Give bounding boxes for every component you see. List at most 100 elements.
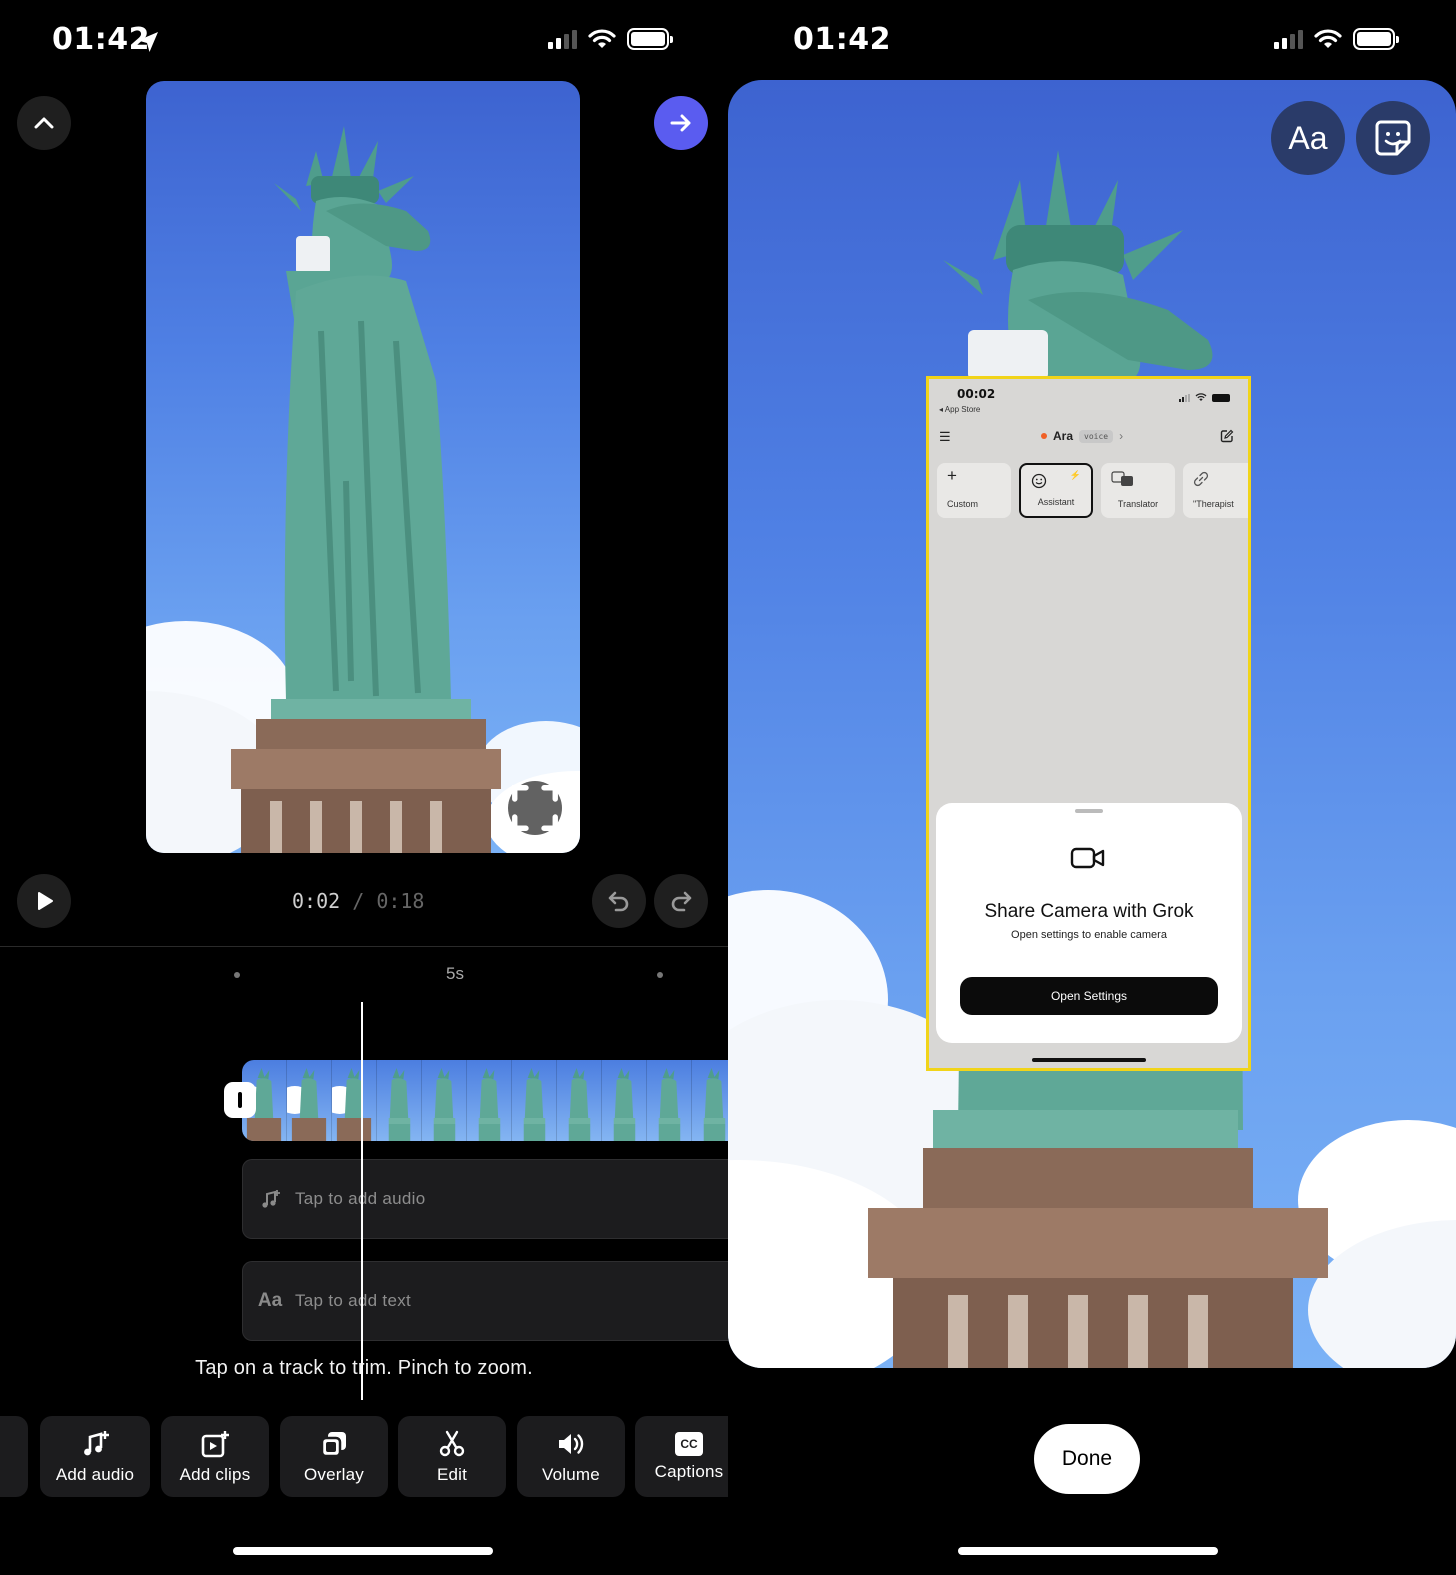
filmstrip-frame	[557, 1060, 602, 1141]
filmstrip-frame	[287, 1060, 332, 1141]
sticker-button[interactable]	[1356, 101, 1430, 175]
sheet-grabber	[1075, 809, 1103, 813]
tool-partial[interactable]	[0, 1416, 28, 1497]
chip-custom[interactable]: + Custom	[937, 463, 1011, 518]
chip-therapist[interactable]: "Therapist	[1183, 463, 1248, 518]
add-clips-button[interactable]: Add clips	[161, 1416, 269, 1497]
done-button[interactable]: Done	[1034, 1424, 1140, 1494]
translate-icon	[1111, 471, 1133, 486]
chip-label: Translator	[1117, 499, 1159, 509]
status-icons	[548, 28, 673, 50]
filmstrip-frame	[467, 1060, 512, 1141]
overlay-icon	[320, 1431, 346, 1457]
overlay-button[interactable]: Overlay	[280, 1416, 388, 1497]
sheet-subtitle: Open settings to enable camera	[1011, 929, 1167, 941]
status-icons	[1274, 28, 1399, 50]
menu-icon: ☰	[939, 429, 951, 444]
chevron-right-icon: ›	[1119, 429, 1124, 443]
ruler-tick	[234, 972, 240, 978]
text-icon: Aa	[1288, 119, 1328, 156]
undo-icon	[608, 891, 629, 912]
chip-label: Assistant	[1037, 497, 1075, 507]
speaker-icon	[559, 1433, 584, 1454]
statue-of-liberty-image	[146, 126, 580, 853]
overlay-back-link: ◂ App Store	[939, 405, 981, 414]
filmstrip-frame	[332, 1060, 377, 1141]
divider	[0, 946, 728, 947]
add-audio-button[interactable]: Add audio	[40, 1416, 150, 1497]
cc-icon: CC	[675, 1431, 703, 1456]
play-icon	[38, 892, 53, 910]
redo-button[interactable]	[654, 874, 708, 928]
text-icon: Aa	[257, 1290, 283, 1311]
ruler-tick	[657, 972, 663, 978]
add-text-button[interactable]: Aa	[1271, 101, 1345, 175]
ruler-label: 5s	[446, 964, 464, 983]
home-indicator	[233, 1547, 493, 1555]
music-add-icon	[84, 1430, 109, 1455]
playback-time: 0:02 / 0:18	[292, 889, 424, 913]
play-button[interactable]	[17, 874, 71, 928]
open-settings-button[interactable]: Open Settings	[960, 977, 1218, 1015]
collapse-button[interactable]	[17, 96, 71, 150]
editor-toolbar: Add audio Add clips Overlay Edit Volume …	[0, 1416, 728, 1497]
cellular-signal-icon	[1179, 393, 1190, 402]
audio-track[interactable]: Tap to add audio	[242, 1159, 728, 1239]
video-camera-icon	[1070, 847, 1105, 869]
camera-permission-sheet: Share Camera with Grok Open settings to …	[936, 803, 1242, 1043]
tool-label: Add clips	[179, 1464, 251, 1484]
cellular-signal-icon	[548, 29, 577, 49]
trim-hint: Tap on a track to trim. Pinch to zoom.	[195, 1357, 533, 1379]
video-track[interactable]	[242, 1060, 728, 1141]
tool-label: Captions	[654, 1461, 724, 1481]
playback-controls: 0:02 / 0:18	[0, 872, 728, 930]
smiley-icon	[1031, 473, 1047, 489]
current-time: 0:02	[292, 889, 341, 913]
chip-label: Custom	[947, 499, 979, 509]
captions-button[interactable]: CC Captions	[635, 1416, 728, 1497]
undo-button[interactable]	[592, 874, 646, 928]
overlay-header: ☰ Ara voice ›	[929, 427, 1248, 449]
video-editor-screen: 01:42 0:02 / 0:18 5s Tap to audio Aa Tap…	[0, 0, 728, 1575]
music-add-icon	[245, 1188, 295, 1210]
status-time: 01:42	[793, 22, 891, 57]
fullscreen-icon	[512, 785, 558, 831]
time-separator: /	[352, 889, 365, 913]
filmstrip-frame	[647, 1060, 692, 1141]
cellular-signal-icon	[1274, 29, 1303, 49]
text-track[interactable]: Aa Tap to add text	[242, 1261, 728, 1341]
wifi-icon	[588, 29, 616, 48]
arrow-right-icon	[670, 114, 691, 132]
filmstrip-frame	[602, 1060, 647, 1141]
wifi-icon	[1195, 393, 1207, 401]
chip-label: "Therapist	[1193, 499, 1234, 509]
location-arrow-icon	[138, 32, 158, 52]
volume-button[interactable]: Volume	[517, 1416, 625, 1497]
chevron-up-icon	[34, 117, 54, 129]
status-bar: 01:42	[0, 18, 728, 64]
fullscreen-button[interactable]	[508, 781, 562, 835]
tool-label: Volume	[542, 1464, 600, 1484]
status-bar: 01:42	[728, 18, 1456, 64]
overlay-title: Ara voice ›	[1041, 429, 1123, 443]
screenshot-overlay[interactable]: 00:02 ◂ App Store ☰ Ara voice › + Custom…	[926, 376, 1251, 1071]
trim-handle[interactable]	[224, 1082, 256, 1118]
battery-icon	[1353, 28, 1399, 50]
edit-button[interactable]: Edit	[398, 1416, 506, 1497]
chip-translator[interactable]: Translator	[1101, 463, 1175, 518]
clip-add-icon	[201, 1430, 229, 1457]
compose-icon	[1220, 429, 1234, 443]
filmstrip-frame	[692, 1060, 728, 1141]
home-indicator	[958, 1547, 1218, 1555]
lightning-icon: ⚡	[1069, 470, 1081, 480]
persona-chips: + Custom ⚡ Assistant Translator "Therapi…	[937, 463, 1248, 518]
total-time: 0:18	[376, 889, 425, 913]
filmstrip-frame	[377, 1060, 422, 1141]
chip-assistant[interactable]: ⚡ Assistant	[1019, 463, 1093, 518]
video-preview[interactable]	[146, 81, 580, 853]
next-button[interactable]	[654, 96, 708, 150]
battery-icon	[627, 28, 673, 50]
voice-badge: voice	[1079, 429, 1114, 443]
playhead[interactable]	[361, 1002, 363, 1400]
tool-label: Add audio	[55, 1464, 135, 1484]
